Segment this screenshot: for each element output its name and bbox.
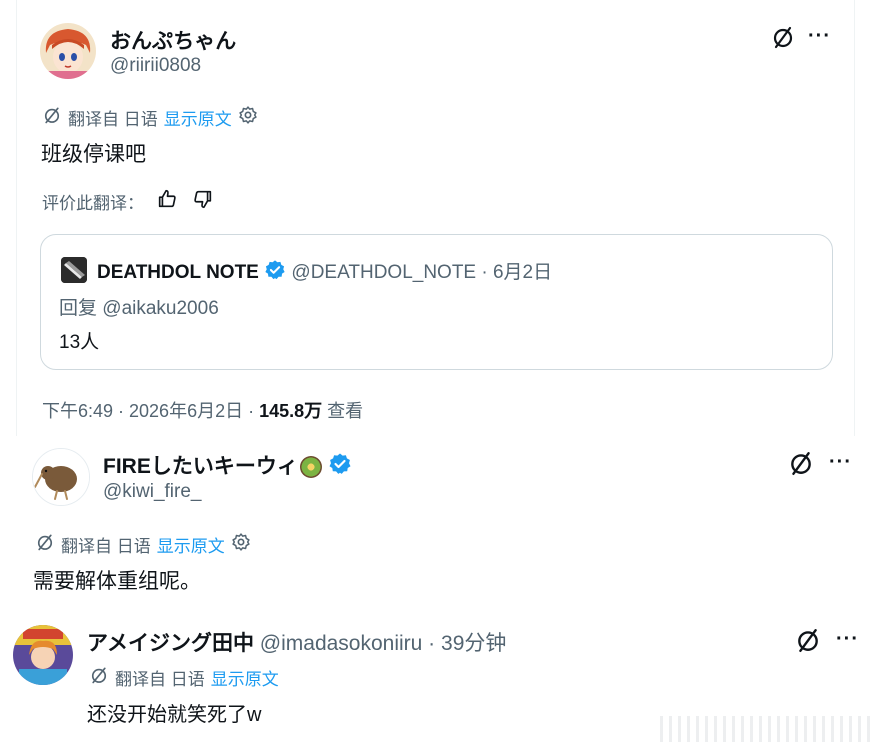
translated-from-label: 翻译自 日语 — [115, 670, 205, 689]
rate-label: 评价此翻译： — [42, 194, 144, 213]
handle-time[interactable]: @imadasokoniiru · 39分钟 — [260, 632, 507, 655]
handle[interactable]: @kiwi_fire_ — [103, 481, 201, 503]
watermark — [660, 716, 870, 742]
settings-icon[interactable] — [238, 105, 258, 130]
more-icon[interactable]: ··· — [808, 26, 831, 46]
view-count: 145.8万 — [259, 401, 323, 421]
show-original-link[interactable]: 显示原文 — [211, 665, 279, 690]
translated-from-label: 翻译自 日语 — [68, 110, 158, 129]
thread-divider-left — [16, 0, 17, 436]
display-name[interactable]: アメイジング田中 — [87, 632, 254, 655]
handle[interactable]: @riirii0808 — [110, 55, 201, 77]
verified-badge-icon — [328, 452, 352, 482]
settings-icon[interactable] — [231, 532, 251, 557]
kiwi-emoji-icon — [299, 456, 322, 479]
post-meta: 下午6:49 · 2026年6月2日 · 145.8万 查看 — [42, 397, 363, 423]
verified-badge-icon — [264, 259, 286, 287]
show-original-link[interactable]: 显示原文 — [157, 532, 225, 557]
post-header: アメイジング田中 @imadasokoniiru · 39分钟 — [87, 627, 506, 657]
translation-bar: 翻译自 日语 显示原文 — [89, 665, 279, 690]
translate-toggle-icon[interactable] — [770, 24, 796, 50]
thumbs-down-icon[interactable] — [192, 188, 214, 215]
more-icon[interactable]: ··· — [829, 452, 852, 472]
translate-toggle-icon[interactable] — [787, 449, 815, 477]
reply-to: 回复 @aikaku2006 — [59, 298, 219, 319]
post-body: 还没开始就笑死了w — [87, 704, 262, 726]
view-label: 查看 — [322, 401, 364, 421]
translate-icon — [42, 105, 62, 130]
rate-translation: 评价此翻译： — [42, 188, 214, 215]
post-body: 需要解体重组呢。 — [33, 570, 201, 593]
quoted-post-card[interactable]: DEATHDOL NOTE @DEATHDOL_NOTE · 6月2日 回复 @… — [40, 234, 833, 370]
show-original-link[interactable]: 显示原文 — [164, 105, 232, 130]
more-icon[interactable]: ··· — [836, 629, 859, 649]
translation-bar: 翻译自 日语 显示原文 — [42, 105, 258, 130]
translated-from-label: 翻译自 日语 — [61, 537, 151, 556]
post-body: 班级停课吧 — [41, 143, 146, 166]
post-timestamp[interactable]: 下午6:49 · 2026年6月2日 · — [42, 401, 259, 421]
avatar[interactable] — [32, 448, 90, 506]
quoted-display-name: DEATHDOL NOTE — [97, 262, 259, 283]
thread-divider-right — [854, 0, 855, 436]
translate-icon — [89, 665, 109, 690]
avatar[interactable] — [13, 625, 73, 685]
translation-bar: 翻译自 日语 显示原文 — [35, 532, 251, 557]
avatar[interactable] — [40, 23, 96, 79]
quoted-text: 13人 — [59, 332, 100, 353]
display-name-text: FIREしたいキーウィ — [103, 455, 298, 478]
quoted-handle-date: @DEATHDOL_NOTE · 6月2日 — [291, 262, 553, 283]
display-name[interactable]: FIREしたいキーウィ — [103, 450, 352, 482]
quoted-header: DEATHDOL NOTE @DEATHDOL_NOTE · 6月2日 — [97, 257, 552, 287]
translate-toggle-icon[interactable] — [794, 626, 822, 654]
quoted-avatar — [61, 257, 87, 283]
translate-icon — [35, 532, 55, 557]
display-name[interactable]: おんぷちゃん — [110, 25, 236, 55]
thumbs-up-icon[interactable] — [156, 188, 178, 215]
